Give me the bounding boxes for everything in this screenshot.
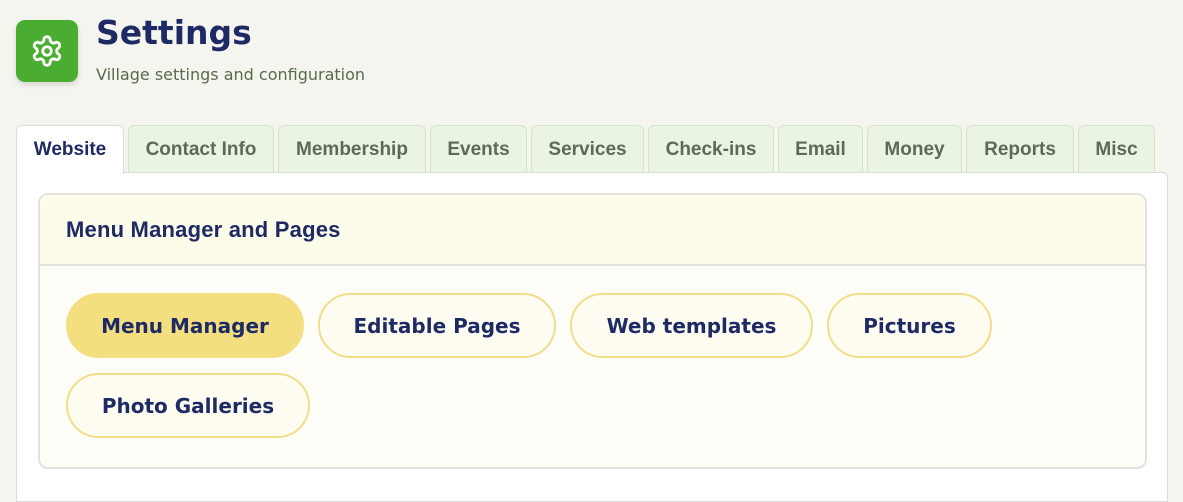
page-subtitle: Village settings and configuration (96, 65, 366, 84)
tab-money[interactable]: Money (867, 125, 962, 173)
web-templates-button[interactable]: Web templates (570, 293, 813, 358)
tab-website[interactable]: Website (16, 125, 124, 174)
card-title: Menu Manager and Pages (66, 216, 341, 242)
editable-pages-button[interactable]: Editable Pages (318, 293, 556, 358)
menu-manager-button[interactable]: Menu Manager (66, 293, 304, 358)
settings-tabs: Website Contact Info Membership Events S… (16, 125, 1159, 174)
tab-reports[interactable]: Reports (966, 125, 1074, 173)
menu-manager-card: Menu Manager and Pages Menu Manager Edit… (38, 193, 1147, 469)
gear-icon (16, 20, 78, 82)
pictures-button[interactable]: Pictures (827, 293, 992, 358)
tab-events[interactable]: Events (430, 125, 527, 173)
tab-misc[interactable]: Misc (1078, 125, 1155, 173)
tab-email[interactable]: Email (778, 125, 863, 173)
tab-check-ins[interactable]: Check-ins (648, 125, 774, 173)
tab-contact-info[interactable]: Contact Info (128, 125, 274, 173)
tab-services[interactable]: Services (531, 125, 644, 173)
photo-galleries-button[interactable]: Photo Galleries (66, 373, 310, 438)
page-header: Settings Village settings and configurat… (16, 14, 365, 84)
tab-membership[interactable]: Membership (278, 125, 426, 173)
card-header: Menu Manager and Pages (40, 195, 1145, 266)
tab-panel-website: Menu Manager and Pages Menu Manager Edit… (16, 172, 1168, 502)
header-text: Settings Village settings and configurat… (96, 13, 366, 85)
page-title: Settings (96, 13, 252, 52)
